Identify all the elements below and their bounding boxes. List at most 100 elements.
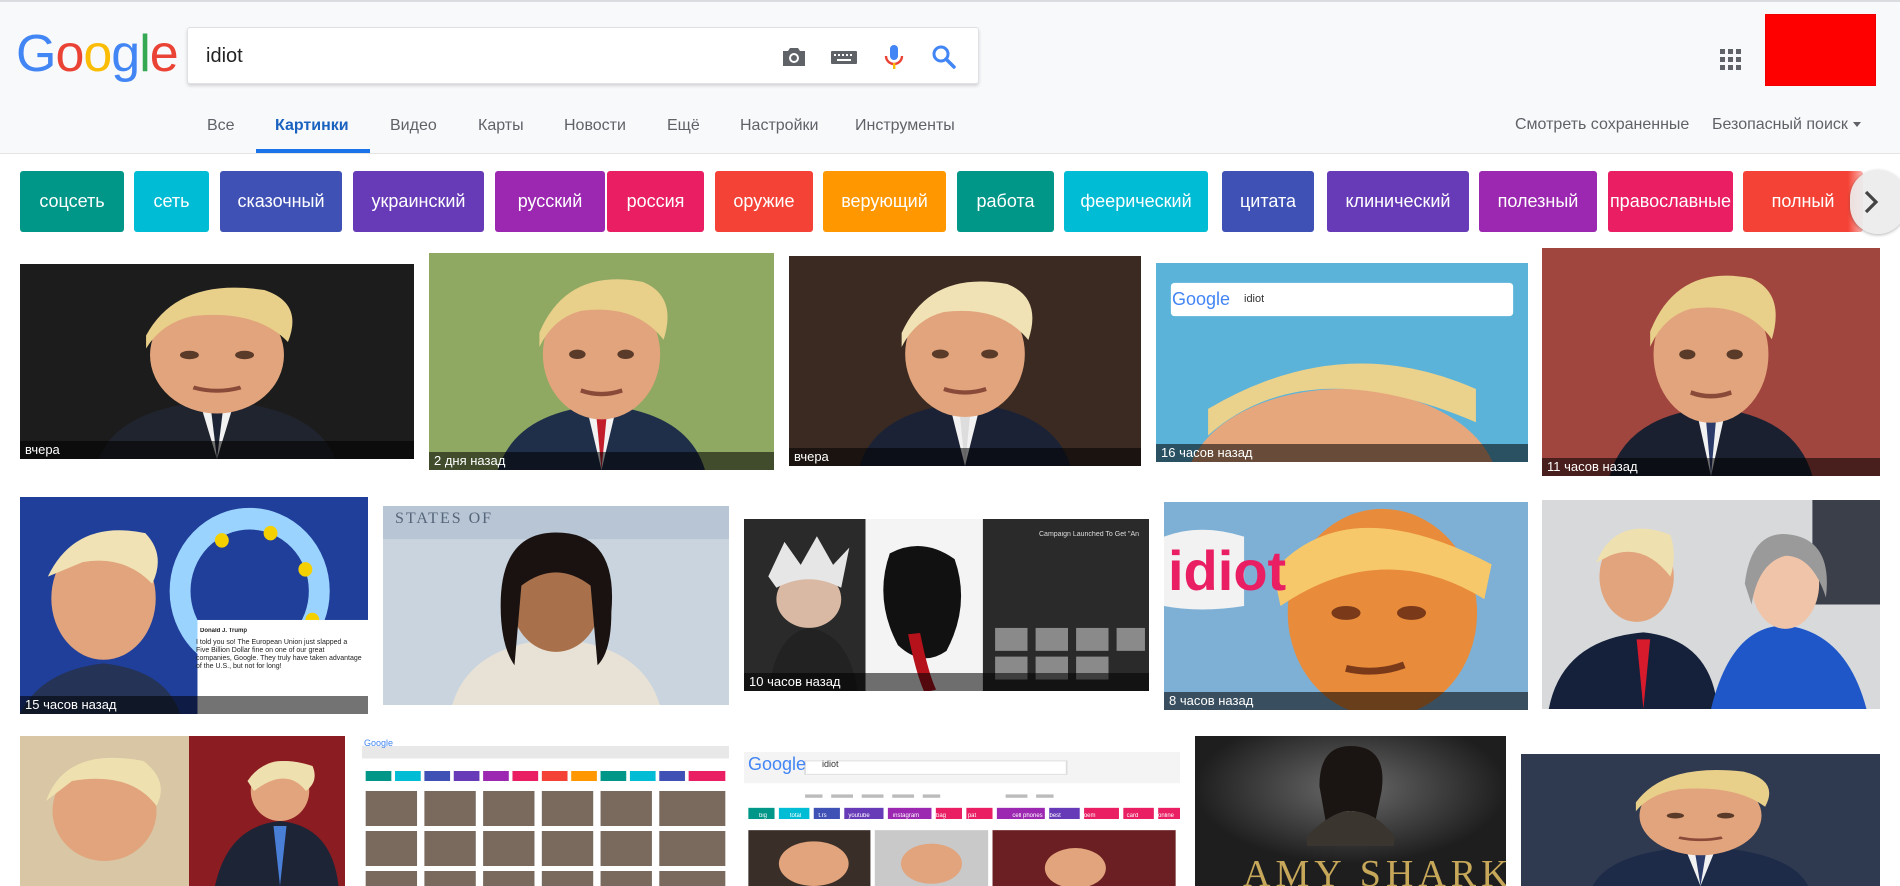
chip-2[interactable]: сеть [134,171,209,232]
inner-query: idiot [1244,293,1265,305]
mini-chip: t.best [1046,813,1061,819]
chips-next-button[interactable] [1850,170,1900,234]
image-timestamp: 15 часов назад [20,696,368,714]
mini-chip: total [789,813,802,819]
image-result[interactable]: Google idiot big total t.rs youtube instagram b… [744,752,1180,886]
image-result[interactable]: 2 дня назад [429,253,774,470]
tab-7[interactable]: Настройки [740,100,818,154]
chip-8[interactable]: верующий [823,171,946,232]
tab-1[interactable]: Все [207,100,235,154]
image-result[interactable]: AMY SHARK [1195,736,1506,886]
image-timestamp: 10 часов назад [744,673,1149,691]
mini-chip: card [1126,813,1139,819]
tab-5[interactable]: Новости [564,100,626,154]
chip-5[interactable]: русский [495,171,605,232]
image-result[interactable]: вчера [789,256,1141,466]
idiot-word: idiot [1168,539,1287,602]
chip-3[interactable]: сказочный [220,171,342,232]
image-result[interactable]: Google [362,736,729,886]
chip-1[interactable]: соцсеть [20,171,124,232]
keyboard-icon[interactable] [828,41,860,73]
safe-search-toggle[interactable]: Безопасный поиск [1712,100,1861,150]
thumbnail [20,264,414,459]
thumbnail [362,736,729,886]
thumbnail [429,253,774,470]
thumbnail [744,519,1149,691]
image-result[interactable] [1542,500,1880,709]
search-input[interactable] [206,38,756,74]
logo-letter: l [139,25,151,83]
mini-chip: instagram [892,813,920,819]
image-timestamp: 16 часов назад [1156,444,1528,462]
tab-3[interactable]: Видео [390,100,437,154]
inner-logo: Google [1172,289,1231,309]
tab-8[interactable]: Инструменты [855,100,955,154]
safe-search-label: Безопасный поиск [1712,116,1848,133]
chip-7[interactable]: оружие [715,171,813,232]
mini-chip: online [1157,813,1174,819]
chip-6[interactable]: россия [607,171,704,232]
image-timestamp: 2 дня назад [429,452,774,470]
poster-text: AMY SHARK [1243,853,1506,886]
chip-14[interactable]: православные [1608,171,1733,232]
sign-text: STATES OF [395,510,494,527]
mini-chip: poem [1080,813,1096,819]
tab-2[interactable]: Картинки [275,100,349,154]
image-timestamp: 8 часов назад [1164,692,1528,710]
image-timestamp: вчера [789,448,1141,466]
inner-logo: Google [748,754,807,774]
chip-10[interactable]: феерический [1064,171,1208,232]
google-images-page: Google Все Картинки Видео Карты Новости Ещё На… [0,0,1900,886]
chevron-right-icon [1864,190,1879,214]
active-tab-indicator [256,149,370,153]
dropdown-caret-icon [1852,122,1861,128]
chip-9[interactable]: работа [957,171,1054,232]
tab-4[interactable]: Карты [478,100,524,154]
saved-images-link[interactable]: Смотреть сохраненные [1515,100,1689,150]
image-timestamp: 11 часов назад [1542,458,1880,476]
image-result[interactable]: STATES OF [383,506,729,705]
thumbnail [1542,500,1880,709]
chip-12[interactable]: клинический [1327,171,1469,232]
image-result[interactable]: Campaign Launched To Get "An 10 часов наз… [744,519,1149,691]
thumbnail [383,506,729,705]
image-result[interactable] [1521,754,1880,886]
mini-chip: big [758,813,767,819]
chip-4[interactable]: украинский [353,171,484,232]
chip-13[interactable]: полезный [1479,171,1597,232]
image-result[interactable] [20,736,345,886]
mini-chip: pat [967,813,977,819]
image-result[interactable]: 11 часов назад [1542,248,1880,476]
inner-logo: Google [364,738,394,748]
mini-chip: t.rs [818,813,827,819]
image-result[interactable]: Donald J. Trump I told you so! The Europe… [20,497,368,714]
image-result[interactable]: Google idiot 16 часов назад [1156,263,1528,462]
google-logo[interactable]: Google [16,24,179,84]
chip-11[interactable]: цитата [1222,171,1314,232]
image-timestamp: вчера [20,441,414,459]
related-search-chips: соцсеть сеть сказочный украинский русский рос… [0,171,1900,233]
camera-icon[interactable] [778,41,810,73]
logo-letter: e [149,25,179,83]
chip-15[interactable]: полный [1743,171,1863,232]
thumbnail [744,752,1180,886]
tweet-author: Donald J. Trump [200,628,248,634]
thumbnail [789,256,1141,466]
logo-letter: g [111,25,140,83]
mic-icon[interactable] [878,41,910,73]
image-result[interactable]: вчера [20,264,414,459]
headline-text: Campaign Launched To Get "An [1039,531,1140,538]
logo-letter: o [83,25,112,83]
tweet-text: I told you so! The European Union just s… [196,639,362,670]
search-box [187,27,979,84]
account-avatar[interactable] [1765,14,1876,86]
thumbnail [20,497,368,714]
tab-6[interactable]: Ещё [667,100,700,154]
apps-grid-icon[interactable] [1717,46,1745,74]
thumbnail [20,736,345,886]
search-icon[interactable] [928,41,960,73]
image-result[interactable]: idiot 8 часов назад [1164,502,1528,710]
mini-chip: youtube [848,813,870,819]
logo-letter: o [55,25,84,83]
thumbnail [1542,248,1880,476]
